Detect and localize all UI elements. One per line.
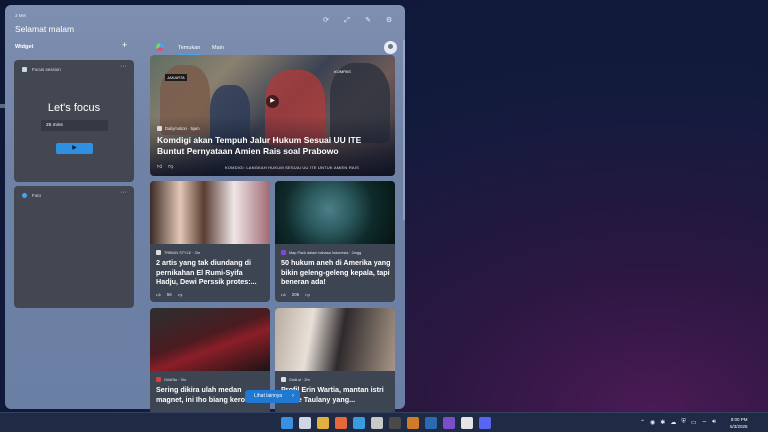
news-title[interactable]: 2 artis yang tak diundang di pernikahan … <box>156 258 266 287</box>
news-source: Map Pack dalam bahasa Indonesia · 2mgg <box>281 250 361 255</box>
tab-temukan[interactable]: Temukan <box>178 45 201 55</box>
news-source-text: TRIBUN STYLE · 3hr <box>164 250 201 255</box>
app-icon[interactable] <box>407 417 419 429</box>
see-more-button[interactable]: Lihat lainnya › <box>245 390 300 403</box>
news-source: GridOto · 3hr <box>156 377 186 382</box>
like-icon[interactable]: 👍︎ <box>281 292 286 298</box>
news-thumbnail <box>150 181 270 244</box>
hero-source-text: Dailymotion · 5jam <box>165 126 200 131</box>
tab-main[interactable]: Main <box>212 45 224 51</box>
refresh-icon[interactable]: ⟳ <box>322 17 330 25</box>
dislike-icon[interactable]: 👎︎ <box>305 292 310 298</box>
settings-icon[interactable]: ⚙ <box>385 17 393 25</box>
taskbar: ⌃ ◉ ✱ ☁ ⛨ ▭ ⌔ 🔊︎ 8:00 PM 5/3/2026 <box>0 412 768 432</box>
news-thumbnail <box>150 308 270 371</box>
search-icon[interactable] <box>299 417 311 429</box>
hero-news-card[interactable]: JAKARTA KOMPAS ▶ Dailymotion · 5jam Komd… <box>150 55 395 176</box>
panel-date: 3 Mei <box>15 13 27 18</box>
msn-logo-icon <box>156 43 164 51</box>
bluetooth-icon[interactable]: ✱ <box>660 419 665 427</box>
add-widget-button[interactable]: + <box>122 40 127 50</box>
start-focus-button[interactable]: ▶ <box>56 143 93 154</box>
file-explorer-icon[interactable] <box>335 417 347 429</box>
hero-title[interactable]: Komdigi akan Tempuh Jalur Hukum Sesuai U… <box>157 135 389 157</box>
focus-session-title: Focus session <box>32 67 61 72</box>
panel-greeting: Selamat malam <box>15 24 75 34</box>
like-icon[interactable]: 👍︎ <box>157 164 162 170</box>
start-icon[interactable] <box>281 417 293 429</box>
app-tray-icon[interactable]: ◉ <box>650 419 655 427</box>
duration-select[interactable]: 25 mins ⌄ ⌃ <box>41 120 320 131</box>
news-title[interactable]: 50 hukum aneh di Amerika yang bikin gele… <box>281 258 391 287</box>
news-source-text: GridLsl · 2hr <box>289 377 310 382</box>
wifi-icon[interactable]: ⌔ <box>702 419 708 427</box>
news-card[interactable]: GridOto · 3hr Sering dikira ulah medan m… <box>150 308 270 429</box>
feed-scrollbar[interactable] <box>403 40 405 220</box>
hero-ticker: KOMDIGI: LANGKAH HUKUM SESUAI UU ITE UNT… <box>225 165 359 170</box>
dislike-icon[interactable]: 👎︎ <box>168 164 173 170</box>
news-source-text: GridOto · 3hr <box>164 377 187 382</box>
source-logo-icon <box>281 377 286 382</box>
app-icon[interactable] <box>461 417 473 429</box>
system-tray[interactable]: ⌃ ◉ ✱ ☁ ⛨ ▭ ⌔ 🔊︎ <box>640 419 716 427</box>
news-source-text: Map Pack dalam bahasa Indonesia · 2mgg <box>289 250 362 255</box>
dailymotion-icon <box>157 126 162 131</box>
notes-icon[interactable] <box>425 417 437 429</box>
focus-more-button[interactable]: ··· <box>120 63 127 70</box>
widget-section-label: Widget <box>15 44 34 50</box>
news-source: GridLsl · 2hr <box>281 377 310 382</box>
news-thumbnail <box>275 181 395 244</box>
hero-source: Dailymotion · 5jam <box>157 126 200 131</box>
source-logo-icon <box>281 250 286 255</box>
see-more-label: Lihat lainnya <box>254 393 283 399</box>
edge-icon[interactable] <box>371 417 383 429</box>
source-logo-icon <box>156 250 161 255</box>
clock-date: 5/3/2026 <box>730 424 748 429</box>
hero-image-tag: JAKARTA <box>165 74 187 81</box>
news-card[interactable]: TRIBUN STYLE · 3hr 2 artis yang tak diun… <box>150 181 270 302</box>
like-icon[interactable]: 👍︎ <box>156 292 161 298</box>
task-view-icon[interactable] <box>317 417 329 429</box>
discord-icon[interactable] <box>479 417 491 429</box>
duration-value: 25 mins <box>46 123 63 128</box>
browser-icon[interactable] <box>353 417 365 429</box>
focus-heading: Let's focus <box>47 102 101 114</box>
chevron-up-icon[interactable]: ⌃ <box>640 419 645 427</box>
hero-image-tag-right: KOMPAS <box>334 69 351 74</box>
like-count: 56 <box>166 292 172 297</box>
photos-title: Foto <box>32 193 42 198</box>
chevron-right-icon: › <box>292 393 294 399</box>
source-logo-icon <box>156 377 161 382</box>
news-thumbnail <box>275 308 395 371</box>
clock-time: 8:00 PM <box>730 417 748 422</box>
terminal-icon[interactable] <box>389 417 401 429</box>
pin-icon[interactable]: ✎ <box>364 17 372 25</box>
display-icon[interactable]: ▭ <box>691 419 697 427</box>
dislike-icon[interactable]: 👎︎ <box>178 292 183 298</box>
volume-icon[interactable]: 🔊︎ <box>712 419 716 427</box>
taskbar-clock[interactable]: 8:00 PM 5/3/2026 <box>730 416 748 430</box>
security-icon[interactable]: ⛨ <box>681 419 686 427</box>
photos-more-button[interactable]: ··· <box>120 189 127 196</box>
news-card[interactable]: Map Pack dalam bahasa Indonesia · 2mgg 5… <box>275 181 395 302</box>
focus-session-widget[interactable]: Focus session ··· Let's focus 25 mins ⌄ … <box>14 60 320 182</box>
focus-icon <box>22 67 27 72</box>
play-icon[interactable]: ▶ <box>266 95 279 108</box>
like-count: 205 <box>291 292 300 297</box>
vscode-icon[interactable] <box>443 417 455 429</box>
expand-icon[interactable]: ⤢ <box>343 17 351 25</box>
photos-widget[interactable]: Foto ··· <box>14 186 134 308</box>
news-card[interactable]: GridLsl · 2hr Profil Erin Wartia, mantan… <box>275 308 395 429</box>
cloud-icon <box>22 193 27 198</box>
avatar[interactable] <box>384 41 397 54</box>
news-source: TRIBUN STYLE · 3hr <box>156 250 200 255</box>
onedrive-icon[interactable]: ☁ <box>670 419 676 427</box>
